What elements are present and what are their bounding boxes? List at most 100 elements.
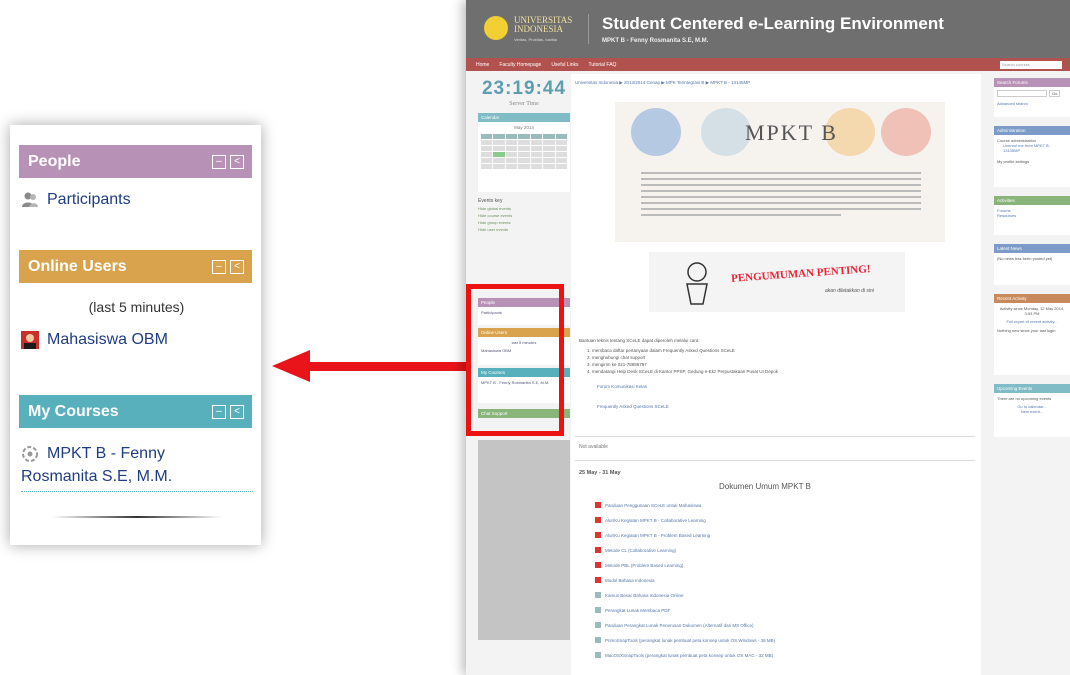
event-toggle-group[interactable]: Hide group events [478, 220, 570, 225]
online-users-block-body: (last 5 minutes) Mahasiswa OBM [19, 283, 252, 395]
announcement-image: PENGUMUMAN PENTING! akan diletakkan di s… [649, 252, 905, 312]
announcement-subtitle: akan diletakkan di sini [825, 288, 874, 294]
document-label: Alur/Ku Kegiatan MPKT B - Problem Based … [605, 532, 711, 538]
mpkt-banner-image: MPKT B [615, 102, 945, 242]
nav-item-home[interactable]: Home [476, 62, 489, 68]
document-link[interactable]: Panduan Penggunaan SCeLE untuk Mahasiswa [595, 502, 701, 508]
help-item-3: 3. mengirim ke 021-78886797 [587, 362, 647, 367]
pointer-arrow-shaft [308, 362, 466, 371]
tree-icon [881, 108, 931, 156]
hide-block-icon[interactable]: – [212, 404, 226, 419]
user-avatar-icon [21, 331, 39, 349]
document-link[interactable]: MacOSXSnapTools (perangkat lunak pembuat… [595, 652, 773, 658]
breadcrumb[interactable]: Universitas Indonesia ▶ 2013/2014 Genap … [575, 80, 750, 86]
dock-block-icon[interactable]: < [230, 154, 244, 169]
announcement-title: PENGUMUMAN PENTING! [730, 263, 871, 285]
event-toggle-course[interactable]: Hide course events [478, 213, 570, 218]
search-forums-header: Search Forums [994, 78, 1070, 87]
admin-unenrol[interactable]: Unenrol me from MPKT B - 13145MP [1003, 143, 1067, 153]
participants-link[interactable]: Participants [21, 191, 252, 209]
document-label: Metode PBL (Problem Based Learning) [605, 562, 684, 568]
go-button[interactable]: Go [1049, 90, 1061, 97]
main-content: Universitas Indonesia ▶ 2013/2014 Genap … [571, 74, 981, 675]
event-toggle-global[interactable]: Hide global events [478, 206, 570, 211]
forum-link[interactable]: Forum Komunikasi Kelas [597, 384, 647, 389]
dock-block-icon[interactable]: < [230, 404, 244, 419]
right-column: Search Forums Go Advanced search Adminis… [994, 78, 1070, 446]
upcoming-events-block: There are no upcoming events Go to calen… [994, 393, 1070, 437]
event-toggle-user[interactable]: Hide user events [478, 227, 570, 232]
course-name-line2: Rosmanita S.E, M.M. [21, 468, 173, 485]
cartoon-icon [686, 262, 708, 305]
not-available-text: Not available [579, 444, 608, 450]
recent-activity-report[interactable]: Full report of recent activity... [997, 319, 1067, 324]
pdf-icon [595, 562, 601, 568]
calendar-grid[interactable] [481, 134, 567, 169]
search-forums-block: Go Advanced search [994, 87, 1070, 117]
nav-search-input[interactable]: Search courses [1000, 60, 1062, 69]
document-label: Modul Bahasa Indonesia [605, 577, 655, 583]
advanced-search-link[interactable]: Advanced search [997, 101, 1067, 106]
hide-block-icon[interactable]: – [212, 259, 226, 274]
week-heading: 25 May - 31 May [579, 470, 621, 476]
calendar-block-header: Calendar [478, 113, 570, 122]
events-key-label: Events key [478, 198, 503, 204]
online-users-block-title: Online Users [28, 257, 127, 275]
document-label: Panduan Perangkat Lunak Penerusan Dokume… [605, 622, 754, 628]
document-label: Alur/Ku Kegiatan MPKT B - Collaborative … [605, 517, 706, 523]
recent-activity-block: Activity since Monday, 12 May 2014, 3:53… [994, 303, 1070, 375]
activity-resources[interactable]: Resources [997, 213, 1067, 218]
document-link[interactable]: Kamus Besar Bahasa Indonesia Online [595, 592, 684, 598]
nav-item-faq[interactable]: Tutorial FAQ [589, 62, 617, 68]
university-name: UNIVERSITAS INDONESIA [514, 16, 572, 34]
hide-block-icon[interactable]: – [212, 154, 226, 169]
link-icon [595, 622, 601, 628]
document-label: Kamus Besar Bahasa Indonesia Online [605, 592, 684, 598]
document-link[interactable]: PrimoSnapTools (perangkat lunak pembuat … [595, 637, 775, 643]
course-icon [22, 445, 38, 462]
course-link[interactable]: MPKT B - Fenny Rosmanita S.E, M.M. [21, 442, 253, 492]
forum-search-input[interactable] [997, 90, 1047, 97]
admin-profile-settings[interactable]: My profile settings [997, 159, 1067, 164]
document-link[interactable]: Alur/Ku Kegiatan MPKT B - Problem Based … [595, 532, 710, 538]
nav-item-faculty[interactable]: Faculty Homepage [499, 62, 541, 68]
document-link[interactable]: Panduan Perangkat Lunak Penerusan Dokume… [595, 622, 754, 628]
help-item-1: 1. membaca daftar pertanyaan dalam Frequ… [587, 348, 735, 353]
top-nav-bar: Home Faculty Homepage Useful Links Tutor… [466, 58, 1070, 71]
latest-news-header: Latest News [994, 244, 1070, 253]
online-user-link[interactable]: Mahasiswa OBM [21, 331, 252, 349]
recent-activity-since: Activity since Monday, 12 May 2014, 3:53… [999, 306, 1065, 316]
upcoming-none: There are no upcoming events [997, 396, 1052, 401]
course-subtitle: MPKT B - Fenny Rosmanita S.E, M.M. [602, 38, 709, 44]
new-event-link[interactable]: New event... [997, 409, 1067, 414]
recent-activity-none: Nothing new since your last login [997, 328, 1056, 333]
left-column: 23:19:44 Server Time Calendar May 2014 E… [478, 78, 570, 418]
server-clock-label: Server Time [509, 101, 539, 107]
my-courses-block-title: My Courses [28, 402, 119, 420]
faq-link[interactable]: Frequently Asked Questions SCeLE [597, 404, 669, 409]
document-link[interactable]: Metode PBL (Problem Based Learning) [595, 562, 683, 568]
university-name-line2: INDONESIA [514, 24, 563, 34]
section-divider [575, 436, 975, 437]
document-link[interactable]: Alur/Ku Kegiatan MPKT B - Collaborative … [595, 517, 706, 523]
university-motto: Veritas, Probitas, Iustitia [514, 37, 557, 42]
administration-block: Course administration Unenrol me from MP… [994, 135, 1070, 187]
help-intro: Bantuan teknis tentang SCeLE dapat diper… [579, 338, 700, 343]
section-divider [575, 460, 975, 461]
document-label: Panduan Penggunaan SCeLE untuk Mahasiswa [605, 502, 702, 508]
participants-label: Participants [47, 191, 131, 208]
document-link[interactable]: Metode CL (Collaborative Learning) [595, 547, 676, 553]
online-users-window: (last 5 minutes) [88, 299, 185, 315]
block-divider [51, 516, 222, 518]
document-link[interactable]: Modul Bahasa Indonesia [595, 577, 655, 583]
document-link[interactable]: Perangkat Lunak Membaca PDF [595, 607, 670, 613]
pdf-icon [595, 577, 601, 583]
online-users-block-header: Online Users – < [19, 250, 252, 283]
dock-block-icon[interactable]: < [230, 259, 244, 274]
activities-block: Forums Resources [994, 205, 1070, 235]
nav-item-links[interactable]: Useful Links [551, 62, 578, 68]
documents-title: Dokumen Umum MPKT B [719, 482, 811, 491]
document-label: Perangkat Lunak Membaca PDF [605, 607, 671, 613]
site-title: Student Centered e-Learning Environment [602, 14, 944, 33]
link-icon [595, 637, 601, 643]
